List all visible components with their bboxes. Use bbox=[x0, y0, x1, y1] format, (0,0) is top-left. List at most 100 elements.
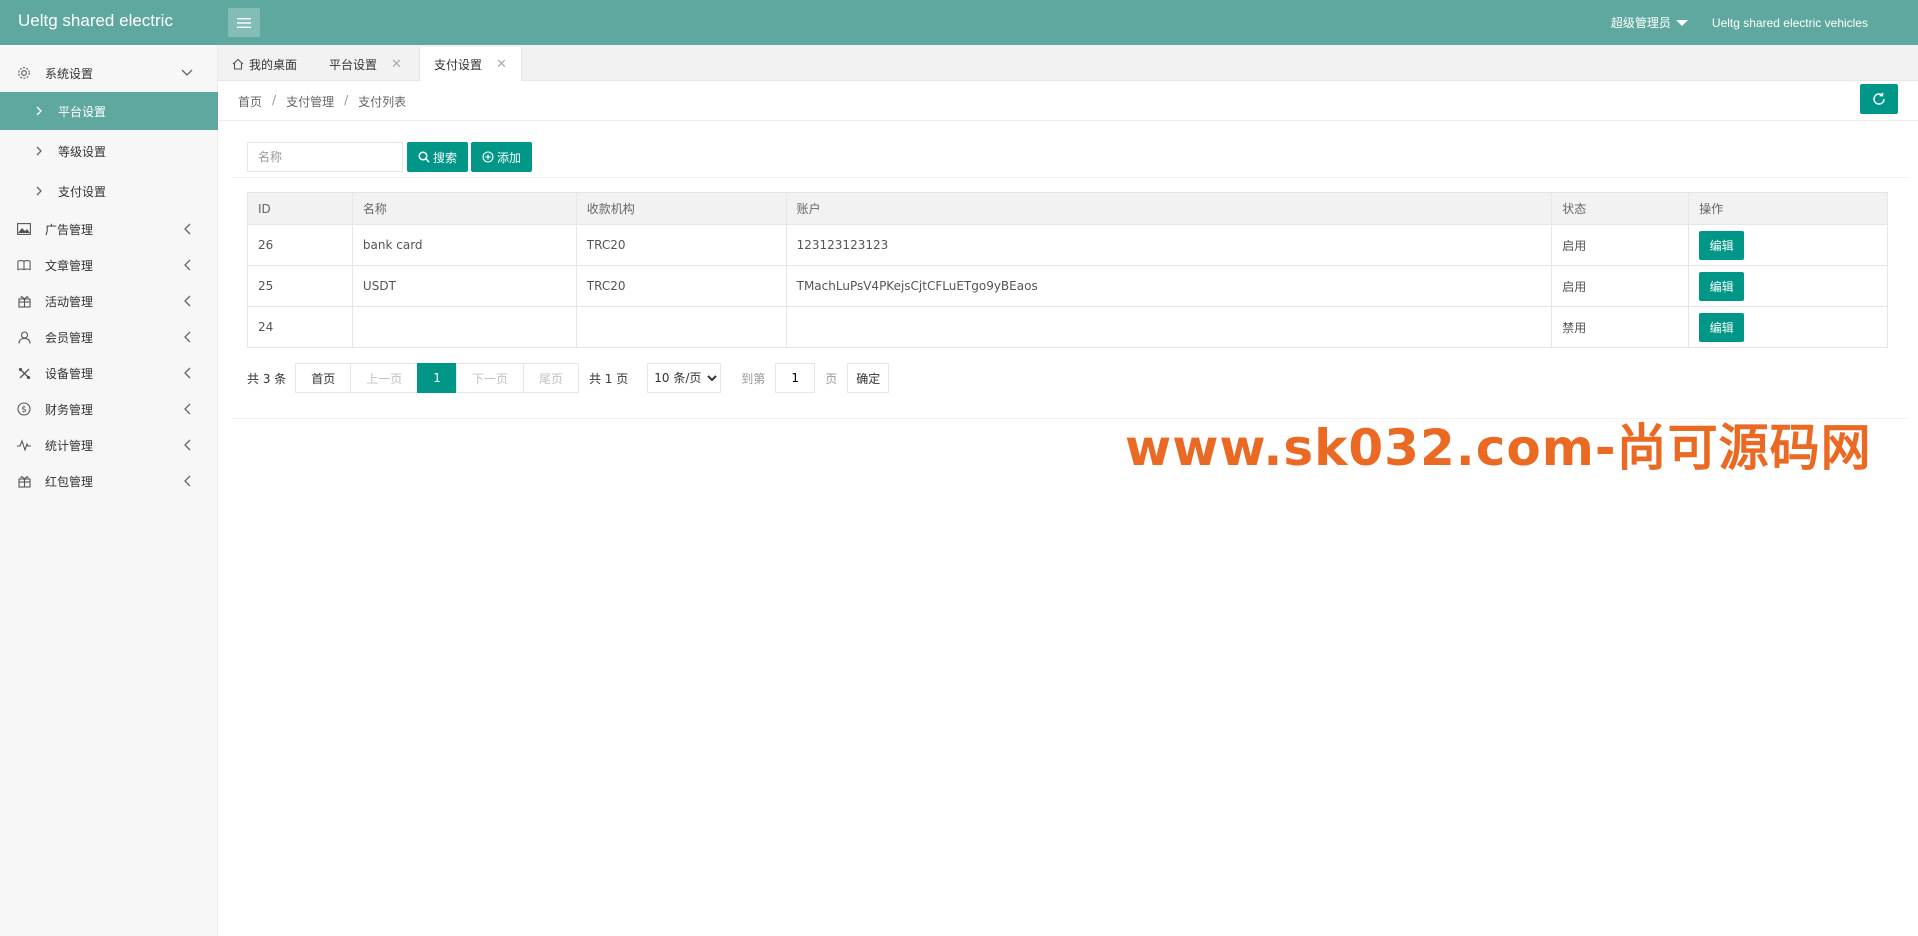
pulse-icon bbox=[17, 438, 31, 452]
cell-actions: 编辑 bbox=[1688, 224, 1888, 266]
cell-status: 启用 bbox=[1551, 265, 1690, 307]
sidebar-item-label: 红包管理 bbox=[45, 474, 94, 489]
cell-account: 123123123123 bbox=[785, 224, 1553, 266]
pagination-confirm-button[interactable]: 确定 bbox=[847, 363, 890, 393]
gear-icon bbox=[17, 66, 31, 80]
table-row: 24 禁用 编辑 bbox=[247, 306, 1888, 348]
app-logo: Ueltg shared electric bbox=[18, 11, 173, 30]
sidebar-item-label: 设备管理 bbox=[45, 366, 94, 381]
column-header-status: 状态 bbox=[1551, 192, 1690, 225]
sidebar-item-label: 活动管理 bbox=[45, 294, 94, 309]
pagination-last-button[interactable]: 尾页 bbox=[522, 363, 579, 393]
cell-name: USDT bbox=[351, 265, 577, 307]
home-icon bbox=[232, 58, 244, 70]
cell-org: TRC20 bbox=[575, 265, 787, 307]
search-button-label: 搜索 bbox=[432, 150, 457, 165]
app-name-link[interactable]: Ueltg shared electric vehicles bbox=[1712, 16, 1868, 30]
sidebar-item-activities[interactable]: 活动管理 bbox=[0, 283, 218, 319]
cell-org bbox=[575, 306, 787, 348]
table-row: 26 bank card TRC20 123123123123 启用 编辑 bbox=[247, 224, 1888, 266]
breadcrumb-home[interactable]: 首页 bbox=[238, 93, 262, 110]
top-header: Ueltg shared electric 超级管理员 Ueltg shared… bbox=[0, 0, 1918, 45]
image-icon bbox=[17, 222, 31, 236]
pagination-next-button[interactable]: 下一页 bbox=[455, 363, 524, 393]
tools-icon bbox=[17, 366, 31, 380]
page-size-select[interactable]: 10 条/页 bbox=[647, 363, 722, 393]
sidebar-item-ads[interactable]: 广告管理 bbox=[0, 211, 218, 247]
sidebar-subitem-level-settings[interactable]: 等级设置 bbox=[0, 132, 218, 170]
tab-payment-settings[interactable]: 支付设置 ✕ bbox=[419, 47, 522, 81]
edit-button[interactable]: 编辑 bbox=[1699, 271, 1745, 301]
cell-status: 启用 bbox=[1551, 224, 1690, 266]
plus-circle-icon bbox=[482, 151, 494, 163]
table-row: 25 USDT TRC20 TMachLuPsV4PKejsCjtCFLuETg… bbox=[247, 265, 1888, 307]
pagination-goto-label: 到第 bbox=[741, 371, 766, 386]
svg-text:$: $ bbox=[21, 405, 27, 415]
sidebar-item-statistics[interactable]: 统计管理 bbox=[0, 427, 218, 463]
refresh-icon bbox=[1873, 92, 1885, 105]
close-icon[interactable]: ✕ bbox=[391, 57, 402, 72]
sidebar-item-devices[interactable]: 设备管理 bbox=[0, 355, 218, 391]
breadcrumb-payment-management[interactable]: 支付管理 bbox=[286, 93, 334, 110]
sidebar-item-finance[interactable]: $ 财务管理 bbox=[0, 391, 218, 427]
sidebar-item-articles[interactable]: 文章管理 bbox=[0, 247, 218, 283]
sidebar-subitem-label: 支付设置 bbox=[58, 184, 107, 199]
cell-id: 25 bbox=[247, 265, 353, 307]
tab-my-desktop[interactable]: 我的桌面 bbox=[218, 47, 311, 81]
cell-actions: 编辑 bbox=[1688, 265, 1888, 307]
add-button[interactable]: 添加 bbox=[471, 142, 532, 172]
chevron-right-icon bbox=[34, 186, 44, 196]
search-button[interactable]: 搜索 bbox=[407, 142, 468, 172]
pagination-prev-button[interactable]: 上一页 bbox=[350, 363, 419, 393]
table-header-row: ID 名称 收款机构 账户 状态 操作 bbox=[247, 192, 1888, 225]
close-icon[interactable]: ✕ bbox=[496, 57, 507, 72]
tab-label: 支付设置 bbox=[434, 57, 483, 72]
pagination-current-page[interactable]: 1 bbox=[417, 363, 457, 393]
chevron-left-icon bbox=[180, 294, 194, 308]
edit-button[interactable]: 编辑 bbox=[1699, 312, 1745, 342]
user-icon bbox=[17, 330, 31, 344]
name-search-input[interactable] bbox=[247, 142, 403, 172]
refresh-button[interactable] bbox=[1860, 84, 1898, 114]
sidebar-subitem-platform-settings[interactable]: 平台设置 bbox=[0, 92, 218, 130]
breadcrumb: 首页 / 支付管理 / 支付列表 bbox=[238, 93, 406, 110]
tab-platform-settings[interactable]: 平台设置 ✕ bbox=[315, 47, 416, 81]
pagination-first-button[interactable]: 首页 bbox=[295, 363, 352, 393]
edit-button[interactable]: 编辑 bbox=[1699, 230, 1745, 260]
cell-id: 26 bbox=[247, 224, 353, 266]
search-icon bbox=[418, 151, 430, 163]
caret-down-icon bbox=[1675, 19, 1688, 26]
cell-name: bank card bbox=[351, 224, 577, 266]
pagination-goto-input[interactable] bbox=[775, 363, 816, 393]
dollar-icon: $ bbox=[17, 402, 31, 416]
admin-user-menu[interactable]: 超级管理员 bbox=[1611, 14, 1688, 31]
breadcrumb-bar: 首页 / 支付管理 / 支付列表 bbox=[218, 81, 1918, 121]
sidebar-subitem-label: 平台设置 bbox=[58, 104, 107, 119]
sidebar-item-red-packets[interactable]: 红包管理 bbox=[0, 463, 218, 499]
chevron-left-icon bbox=[180, 258, 194, 272]
cell-name bbox=[351, 306, 577, 348]
cell-org: TRC20 bbox=[575, 224, 787, 266]
sidebar-subitem-payment-settings[interactable]: 支付设置 bbox=[0, 172, 218, 210]
chevron-left-icon bbox=[180, 222, 194, 236]
chevron-down-icon bbox=[180, 66, 194, 80]
menu-toggle-button[interactable] bbox=[228, 8, 260, 37]
breadcrumb-separator: / bbox=[272, 93, 277, 107]
column-header-name: 名称 bbox=[351, 192, 577, 225]
sidebar-item-members[interactable]: 会员管理 bbox=[0, 319, 218, 355]
sidebar-item-label: 统计管理 bbox=[45, 438, 94, 453]
sidebar-item-system-settings[interactable]: 系统设置 bbox=[0, 55, 218, 91]
hamburger-icon bbox=[237, 17, 251, 28]
tab-label: 平台设置 bbox=[329, 57, 378, 72]
gift-icon bbox=[17, 474, 31, 488]
chevron-left-icon bbox=[180, 366, 194, 380]
chevron-right-icon bbox=[34, 106, 44, 116]
add-button-label: 添加 bbox=[496, 150, 521, 165]
column-header-actions: 操作 bbox=[1688, 192, 1888, 225]
sidebar-item-label: 会员管理 bbox=[45, 330, 94, 345]
column-header-org: 收款机构 bbox=[575, 192, 787, 225]
pagination-total: 共 3 条 bbox=[247, 371, 287, 386]
divider bbox=[233, 177, 1908, 178]
chevron-left-icon bbox=[180, 402, 194, 416]
chevron-left-icon bbox=[180, 438, 194, 452]
